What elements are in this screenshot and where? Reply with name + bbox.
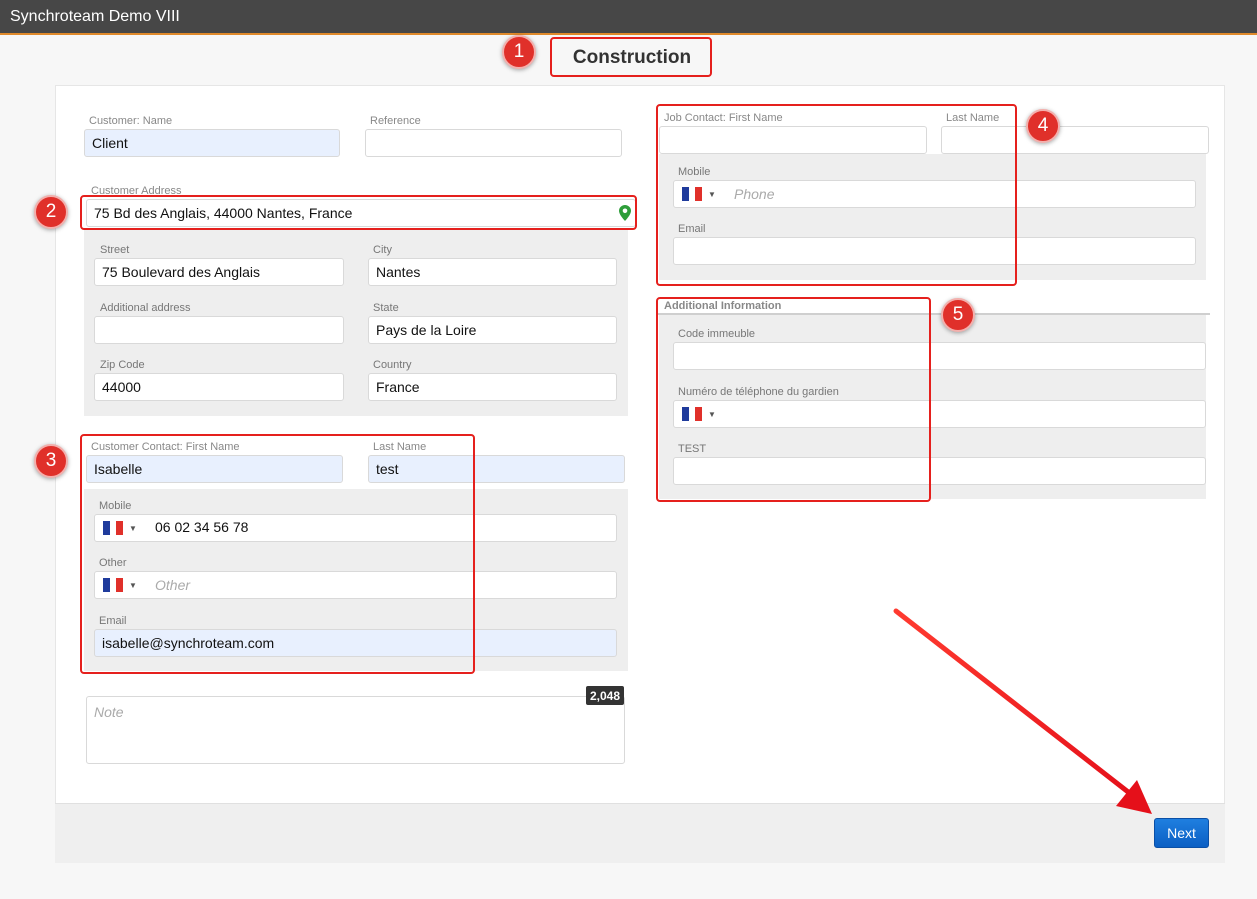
annotation-arrow-icon xyxy=(893,608,1152,814)
